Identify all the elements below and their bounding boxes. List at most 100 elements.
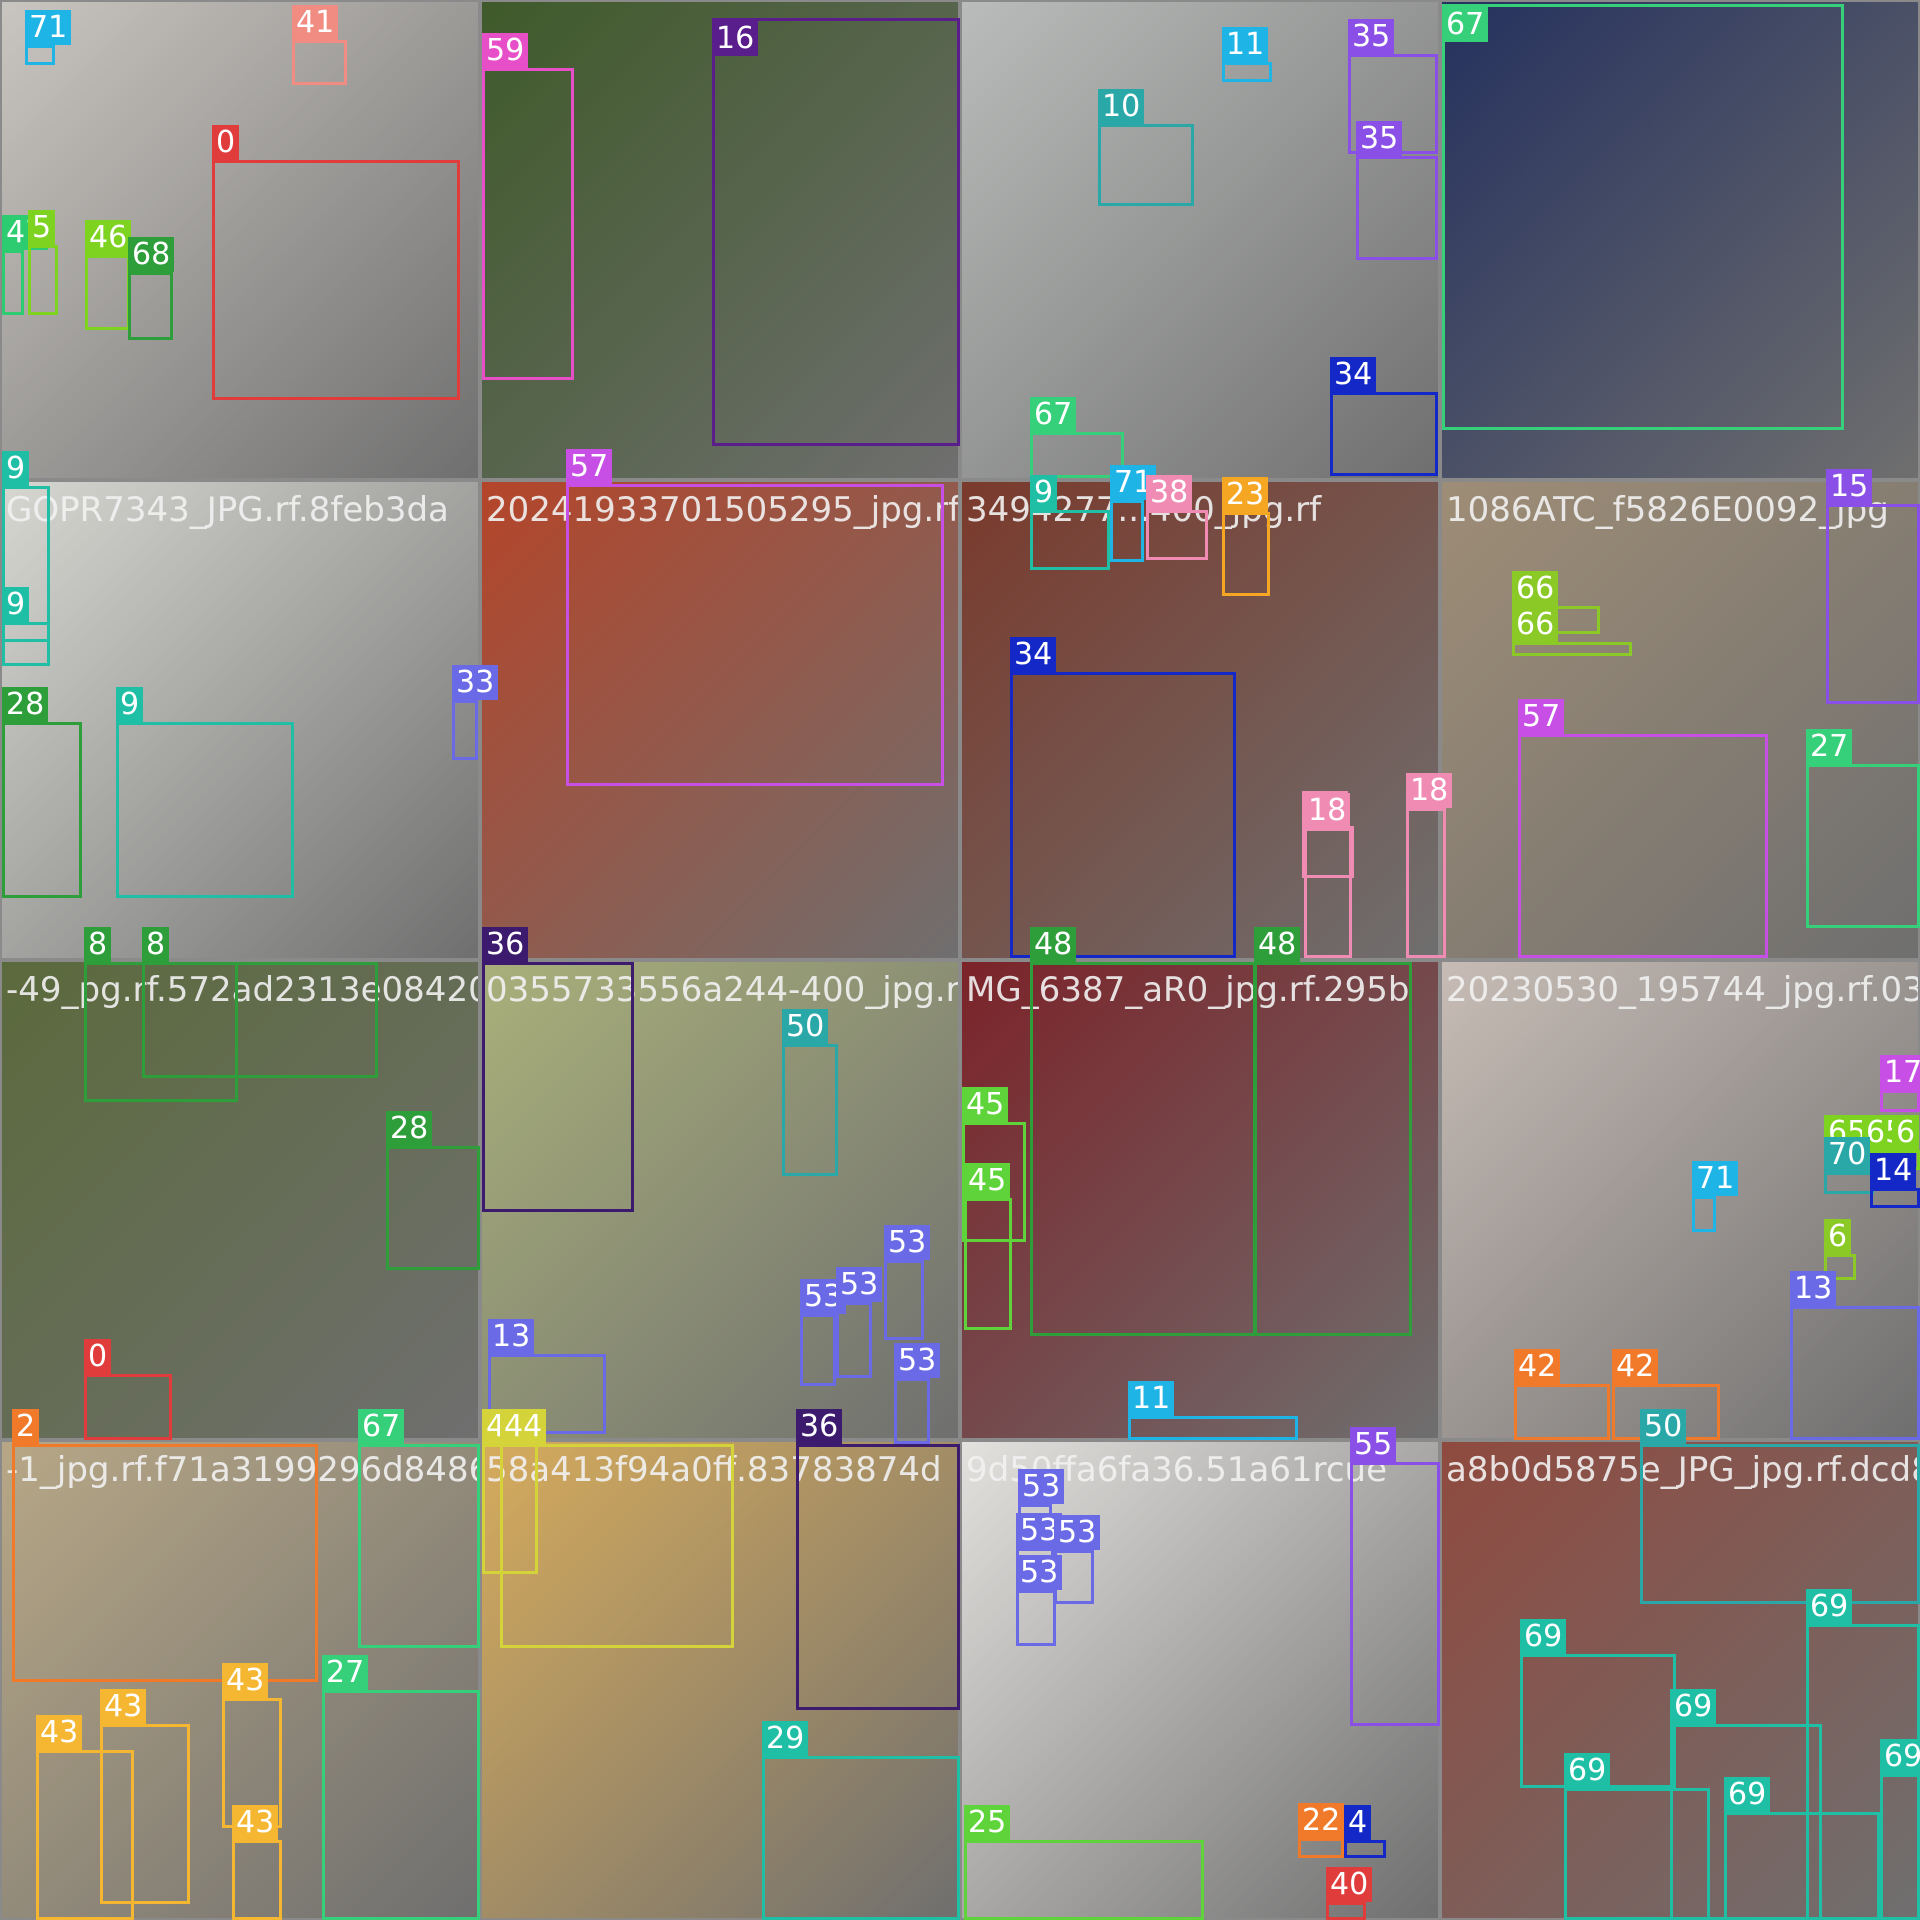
detection-label: 69 [1564,1753,1611,1788]
detection-label: 43 [100,1689,147,1724]
detection-box: 33 [452,665,499,760]
detection-label: 11 [1128,1381,1175,1416]
detection-label: 11 [1222,27,1269,62]
detection-label: 8 [84,927,112,962]
detection-label: 67 [358,1409,405,1444]
detection-box: 5 [28,210,58,315]
detection-box: 57 [566,449,944,786]
detection-label: 6 [1824,1219,1852,1254]
detection-label: 36 [796,1409,843,1444]
tile-filename: 20230530_195744_jpg.rf.03 [1446,970,1918,1010]
detection-box: 42 [1514,1349,1610,1440]
detection-label: 38 [1146,475,1193,510]
detection-box: 69 [1724,1777,1880,1920]
detection-box: 16 [712,18,960,446]
detection-box: 2 [12,1409,318,1682]
detection-box: 18 [1406,773,1453,958]
detection-label: 4 [1344,1805,1372,1840]
detection-box: 57 [1518,699,1768,958]
detection-box: 50 [1640,1409,1920,1604]
detection-box: 71 [1110,465,1157,562]
detection-box: 44 [500,1409,734,1648]
detection-box: 53 [836,1267,883,1378]
detection-box: 28 [2,687,82,898]
detection-label: 6 [1892,1115,1920,1150]
detection-label: 35 [1356,121,1403,156]
detection-label: 41 [292,5,339,40]
detection-box: 17 [1880,1055,1920,1112]
detection-box: 11 [1128,1381,1298,1440]
detection-label: 0 [212,125,240,160]
detection-label: 9 [2,451,30,486]
detection-label: 0 [84,1339,112,1374]
detection-label: 9 [2,587,30,622]
detection-label: 13 [1790,1271,1837,1306]
detection-box: 53 [1016,1555,1063,1646]
detection-label: 33 [452,665,499,700]
detection-label: 66 [1512,571,1559,606]
detection-label: 28 [386,1111,433,1146]
detection-label: 48 [1254,927,1301,962]
detection-box: 67 [358,1409,480,1648]
detection-label: 50 [782,1009,829,1044]
detection-label: 43 [232,1805,279,1840]
detection-box: 9 [1030,475,1110,570]
detection-label: 67 [1442,7,1489,42]
detection-label: 53 [894,1343,941,1378]
detection-label: 69 [1880,1739,1920,1774]
detection-label: 22 [1298,1803,1345,1838]
detection-box: 67 [1442,4,1844,430]
detection-box: 46 [85,220,132,330]
detection-label: 69 [1806,1589,1853,1624]
detection-label: 53 [1016,1555,1063,1590]
detection-box: 27 [322,1655,480,1920]
detection-box: 55 [1350,1427,1440,1726]
detection-label: 69 [1670,1689,1717,1724]
detection-label: 29 [762,1721,809,1756]
detection-label: 71 [1692,1161,1739,1196]
detection-box: 43 [100,1689,190,1904]
detection-label: 34 [1010,637,1057,672]
detection-label: 67 [1030,397,1077,432]
detection-label: 71 [25,10,72,45]
detection-label: 53 [1054,1515,1101,1550]
detection-box: 36 [796,1409,960,1710]
detection-label: 8 [142,927,170,962]
detection-box: 68 [128,237,175,340]
detection-box: 43 [232,1805,282,1920]
detection-label: 46 [85,220,132,255]
detection-box: 45 [964,1163,1012,1330]
detection-label: 40 [1326,1867,1373,1902]
detection-box: 23 [1222,477,1270,596]
detection-label: 45 [962,1087,1009,1122]
detection-label: 27 [1806,729,1853,764]
detection-box: 9 [2,587,50,642]
detection-box: 53 [800,1279,847,1386]
detection-label: 28 [2,687,49,722]
detection-box: 47 [2,215,49,315]
detection-label: 23 [1222,477,1269,512]
detection-box: 71 [1692,1161,1739,1232]
detection-box: 28 [386,1111,480,1270]
detection-label: 66 [1512,607,1559,642]
detection-box: 27 [1806,729,1920,928]
detection-label: 35 [1348,19,1395,54]
detection-box: 41 [292,5,347,85]
detection-box: 25 [964,1805,1204,1920]
detection-box: 36 [482,927,634,1212]
detection-box: 40 [1326,1867,1373,1920]
detection-label: 53 [1018,1469,1065,1504]
detection-box: 70 [1824,1137,1874,1194]
detection-box: 66 [1512,607,1632,656]
detection-label: 70 [1824,1137,1871,1172]
detection-label: 45 [964,1163,1011,1198]
detection-label: 55 [1350,1427,1397,1462]
detection-box: 0 [84,1339,172,1440]
detection-box: 48 [1030,927,1256,1336]
detection-mosaic: GOPR7343_JPG.rf.8feb3da 20241933701505295… [0,0,1920,1920]
detection-box: 59 [482,33,574,380]
detection-label: 16 [712,21,759,56]
detection-box: 50 [782,1009,838,1176]
detection-box: 29 [762,1721,960,1920]
detection-label: 43 [36,1715,83,1750]
